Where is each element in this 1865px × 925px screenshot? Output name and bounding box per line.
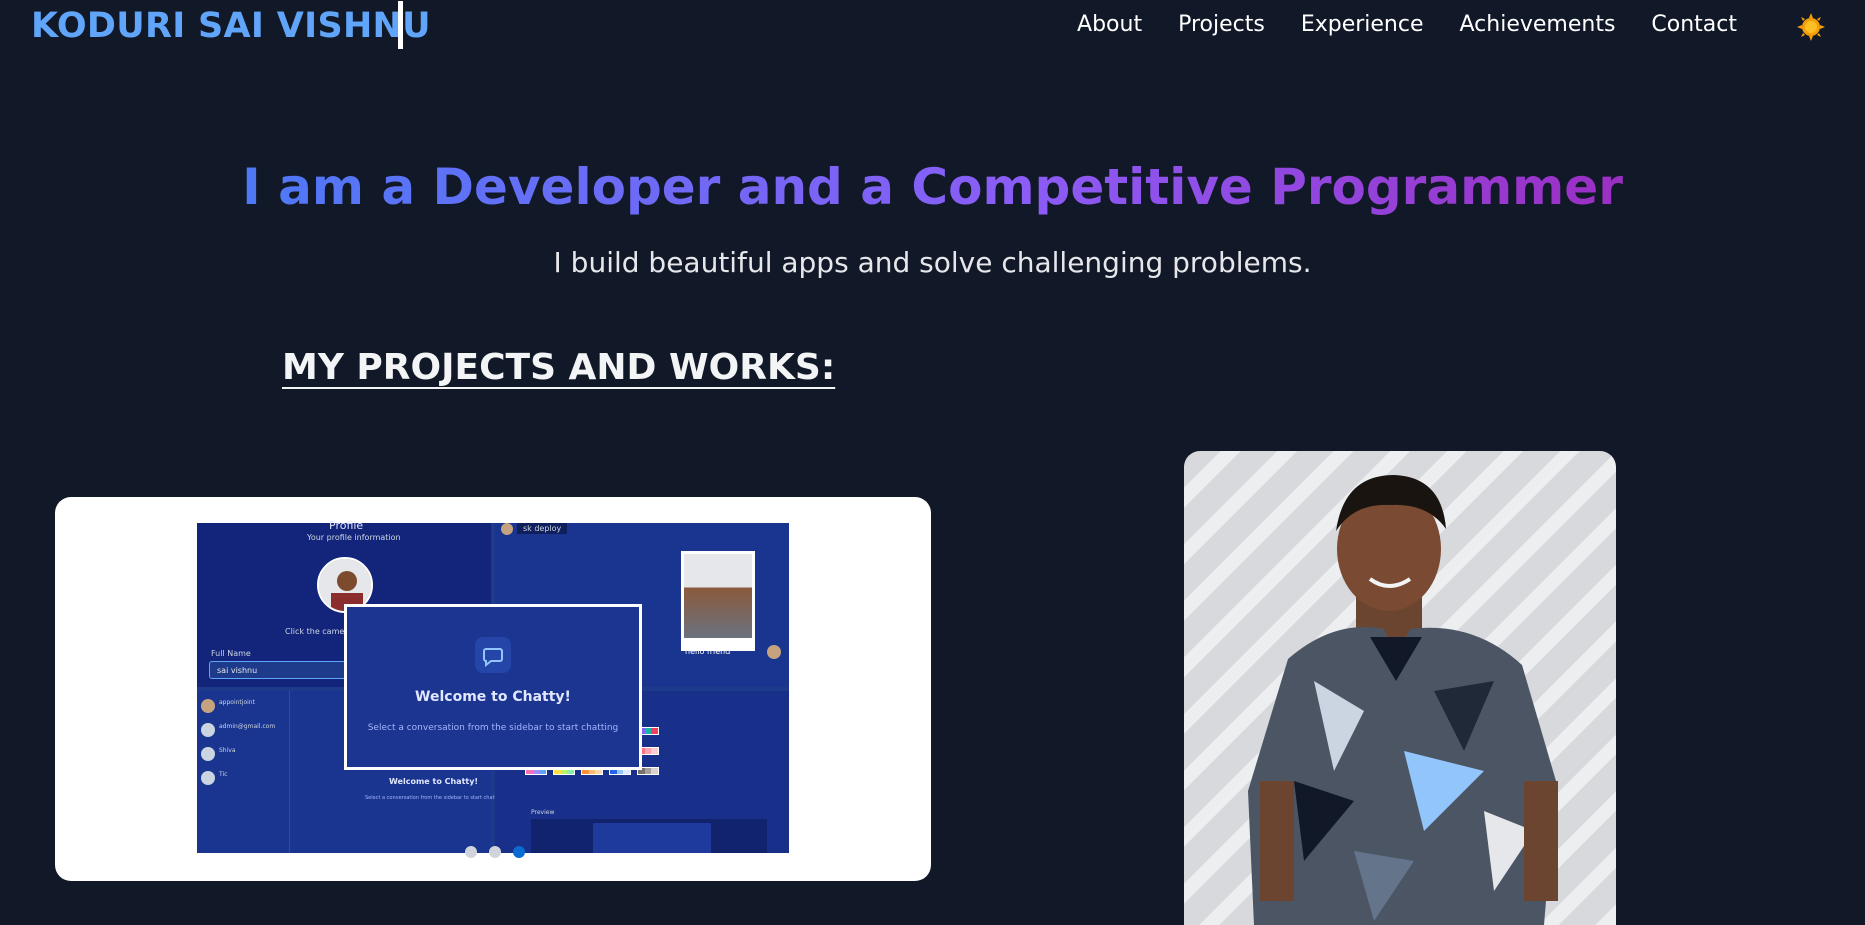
mock-contact-avatar [201,771,215,785]
hero-title: I am a Developer and a Competitive Progr… [0,158,1865,216]
mock-divider [289,691,290,853]
navbar: KODURI SAI VISHNU About Projects Experie… [0,0,1865,56]
theme-toggle-button[interactable] [1796,12,1826,42]
carousel-dot-3[interactable] [513,846,525,858]
mock-photo-caption: hello friend [685,647,731,656]
profile-photo [1184,451,1616,925]
mock-welcome-title: Welcome to Chatty! [415,689,571,705]
mock-chat-photo [681,551,755,651]
mock-contact-4: Tic [219,771,228,778]
mock-contact-3: Shiva [219,747,236,754]
mock-contact-avatar [201,699,215,713]
mock-chat-icon-box [475,637,511,673]
nav-link-about[interactable]: About [1077,12,1142,37]
projects-heading: MY PROJECTS AND WORKS: [282,347,836,388]
mock-chat-avatar [501,523,513,535]
brand-name[interactable]: KODURI SAI VISHNU [31,6,431,46]
hero-subtitle: I build beautiful apps and solve challen… [553,246,1312,279]
mock-small-welcome-sub: Select a conversation from the sidebar t… [365,795,505,801]
nav-links: About Projects Experience Achievements C… [1077,12,1737,37]
nav-link-experience[interactable]: Experience [1301,12,1424,37]
nav-link-achievements[interactable]: Achievements [1460,12,1616,37]
mock-welcome-sub: Select a conversation from the sidebar t… [367,723,619,733]
mock-contact-1: appointjoint [219,699,255,706]
nav-link-projects[interactable]: Projects [1178,12,1265,37]
mock-contact-avatar [201,747,215,761]
projects-carousel[interactable]: Profile Your profile information Click t… [55,497,931,881]
mock-contact-2: admin@gmail.com [219,723,276,730]
project-slide-image[interactable]: Profile Your profile information Click t… [197,519,789,853]
mock-contact-avatar [201,723,215,737]
carousel-dot-2[interactable] [489,846,501,858]
message-square-icon [483,648,503,668]
mock-chat-user: sk deploy [517,523,568,534]
sun-icon [1797,13,1825,41]
mock-fullname-label: Full Name [211,649,251,658]
mock-photo-image [684,554,752,638]
nav-link-contact[interactable]: Contact [1651,12,1737,37]
typing-cursor [398,1,403,49]
mock-small-welcome-title: Welcome to Chatty! [389,777,479,786]
mock-fullname-value: sai vishnu [217,666,258,675]
mock-preview-chat [593,823,711,853]
carousel-dots [465,846,525,858]
mock-profile-sub: Your profile information [307,533,401,542]
person-portrait-image [1248,475,1558,925]
mock-welcome-overlay: Welcome to Chatty! Select a conversation… [344,604,642,770]
carousel-dot-1[interactable] [465,846,477,858]
mock-chat-avatar-small [767,645,781,659]
mock-profile-heading: Profile [329,519,364,532]
mock-preview-label: Preview [531,809,555,816]
